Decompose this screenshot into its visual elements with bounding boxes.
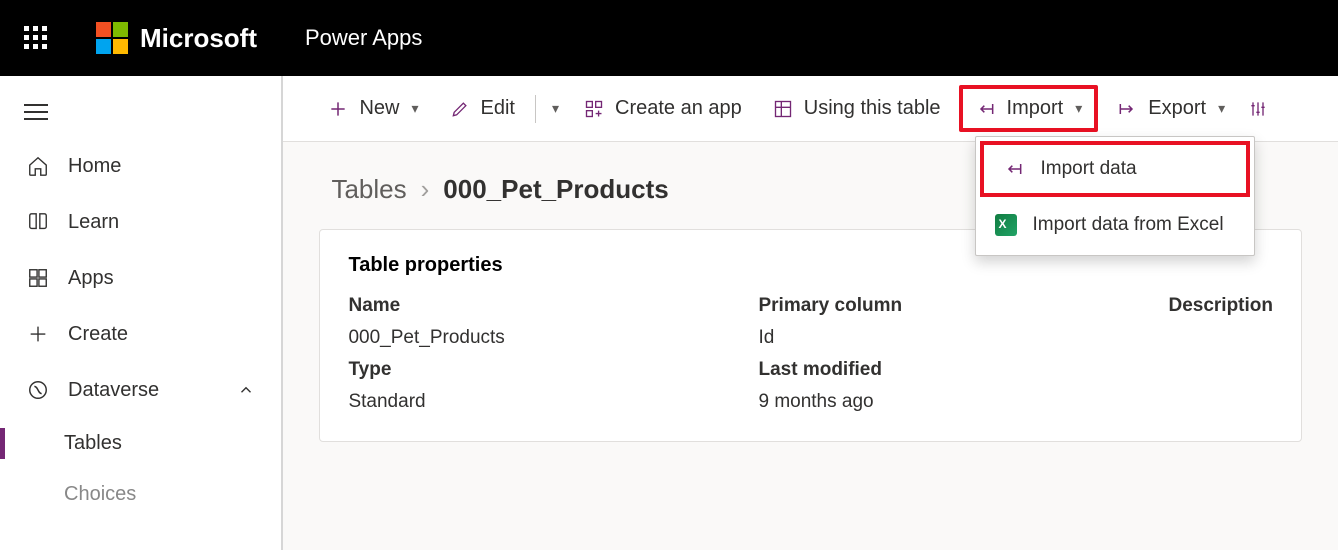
- button-label: Create an app: [615, 97, 742, 120]
- edit-split-chevron[interactable]: ▾: [544, 92, 565, 125]
- button-label: Using this table: [804, 97, 941, 120]
- value-name: 000_Pet_Products: [348, 327, 758, 349]
- button-label: Import: [1007, 97, 1064, 120]
- value-type: Standard: [348, 391, 758, 413]
- label-description: Description: [1168, 295, 1273, 317]
- sidebar-item-apps[interactable]: Apps: [0, 250, 281, 306]
- import-menu: Import data Import data from Excel: [975, 136, 1255, 256]
- table-properties-card: Table properties Name Primary column Des…: [319, 229, 1302, 442]
- card-title: Table properties: [348, 254, 1273, 277]
- sliders-icon: [1247, 98, 1269, 120]
- value-primary-column: Id: [758, 327, 1168, 349]
- plus-icon: [327, 98, 349, 120]
- import-icon: [975, 98, 997, 120]
- value-description: [1168, 327, 1273, 349]
- dataverse-icon: [26, 378, 50, 402]
- export-button[interactable]: Export ▾: [1104, 89, 1237, 128]
- plus-icon: [26, 322, 50, 346]
- table-icon: [772, 98, 794, 120]
- menu-item-label: Import data: [1040, 158, 1136, 180]
- import-data-item[interactable]: Import data: [980, 141, 1250, 197]
- sidebar-item-label: Tables: [64, 432, 122, 455]
- import-icon: [1002, 157, 1026, 181]
- top-bar: Microsoft Power Apps: [0, 0, 1338, 76]
- app-plus-icon: [583, 98, 605, 120]
- chevron-down-icon: ▾: [1218, 100, 1225, 117]
- chevron-right-icon: ›: [421, 174, 430, 205]
- sidebar-item-label: Choices: [64, 483, 136, 506]
- sidebar-item-tables[interactable]: Tables: [0, 418, 281, 469]
- sidebar: Home Learn Apps Create Dataverse Tables …: [0, 76, 283, 550]
- sidebar-item-dataverse[interactable]: Dataverse: [0, 362, 281, 418]
- edit-button[interactable]: Edit: [437, 89, 527, 128]
- export-icon: [1116, 98, 1138, 120]
- sidebar-item-label: Apps: [68, 267, 114, 290]
- microsoft-logo-icon: [96, 22, 128, 54]
- settings-button[interactable]: [1243, 90, 1273, 128]
- collapse-nav-button[interactable]: [24, 94, 60, 130]
- breadcrumb-current: 000_Pet_Products: [443, 174, 668, 205]
- new-button[interactable]: New ▾: [315, 89, 430, 128]
- app-launcher-icon[interactable]: [24, 26, 48, 50]
- menu-item-label: Import data from Excel: [1032, 214, 1223, 236]
- sidebar-item-create[interactable]: Create: [0, 306, 281, 362]
- brand[interactable]: Microsoft: [96, 22, 257, 54]
- sidebar-item-choices[interactable]: Choices: [0, 469, 281, 520]
- import-from-excel-item[interactable]: Import data from Excel: [976, 201, 1254, 249]
- create-app-button[interactable]: Create an app: [571, 89, 754, 128]
- button-label: Edit: [481, 97, 515, 120]
- grid-icon: [26, 266, 50, 290]
- button-label: New: [359, 97, 399, 120]
- app-name: Power Apps: [305, 25, 422, 51]
- chevron-up-icon: [237, 381, 255, 399]
- breadcrumb-root[interactable]: Tables: [331, 174, 406, 205]
- using-this-table-button[interactable]: Using this table: [760, 89, 953, 128]
- button-label: Export: [1148, 97, 1206, 120]
- value-last-modified: 9 months ago: [758, 391, 1168, 413]
- sidebar-item-label: Learn: [68, 211, 119, 234]
- sidebar-item-label: Home: [68, 155, 121, 178]
- book-icon: [26, 210, 50, 234]
- chevron-down-icon: ▾: [1075, 100, 1082, 117]
- sidebar-item-label: Dataverse: [68, 379, 159, 402]
- label-name: Name: [348, 295, 758, 317]
- label-last-modified: Last modified: [758, 359, 1168, 381]
- main-content: New ▾ Edit ▾ Create an app Using this ta…: [283, 76, 1338, 550]
- label-type: Type: [348, 359, 758, 381]
- brand-text: Microsoft: [140, 23, 257, 54]
- sidebar-item-learn[interactable]: Learn: [0, 194, 281, 250]
- label-primary-column: Primary column: [758, 295, 1168, 317]
- import-button[interactable]: Import ▾: [959, 85, 1099, 132]
- sidebar-item-home[interactable]: Home: [0, 138, 281, 194]
- home-icon: [26, 154, 50, 178]
- excel-icon: [994, 213, 1018, 237]
- chevron-down-icon: ▾: [411, 100, 418, 117]
- command-bar: New ▾ Edit ▾ Create an app Using this ta…: [283, 76, 1338, 142]
- pencil-icon: [449, 98, 471, 120]
- sidebar-item-label: Create: [68, 323, 128, 346]
- chevron-down-icon: ▾: [552, 100, 559, 117]
- divider: [535, 95, 536, 123]
